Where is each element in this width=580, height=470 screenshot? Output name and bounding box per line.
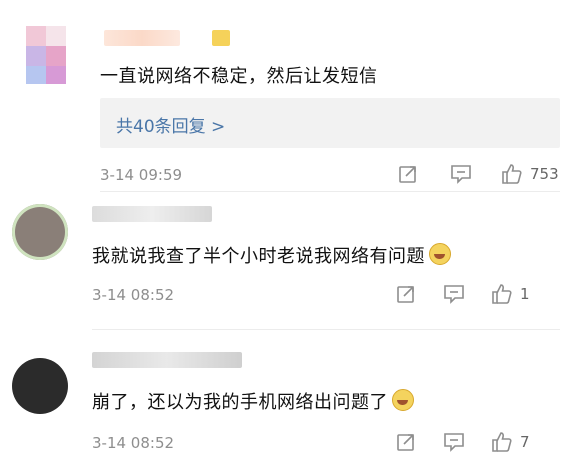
- comment-timestamp: 3-14 08:52: [92, 286, 175, 304]
- avatar[interactable]: [12, 358, 68, 414]
- username-blurred[interactable]: [92, 206, 212, 222]
- comment-button[interactable]: [443, 432, 465, 452]
- comment-icon: [451, 165, 471, 184]
- comment-text: 我就说我查了半个小时老说我网络有问题: [92, 242, 451, 268]
- comment-timestamp: 3-14 08:52: [92, 434, 175, 452]
- comment-item: 一直说网络不稳定，然后让发短信 共40条回复 > 3-14 09:59 753: [0, 0, 580, 192]
- share-button[interactable]: [396, 432, 416, 452]
- like-button[interactable]: 1: [490, 282, 530, 306]
- comment-text: 一直说网络不稳定，然后让发短信: [100, 66, 378, 87]
- like-count: 753: [530, 165, 559, 183]
- comment-button[interactable]: [450, 164, 472, 184]
- laugh-cry-emoji-icon: [429, 243, 451, 265]
- comment-timestamp: 3-14 09:59: [100, 166, 183, 184]
- comment-icon: [444, 285, 464, 304]
- share-icon: [397, 286, 414, 303]
- share-button[interactable]: [398, 164, 418, 184]
- like-count: 1: [520, 285, 530, 303]
- like-button[interactable]: 753: [500, 162, 559, 186]
- laugh-cry-emoji-icon: [392, 389, 414, 411]
- comment-icon: [444, 433, 464, 452]
- like-icon: [492, 284, 512, 304]
- comment-text-content: 崩了，还以为我的手机网络出问题了: [92, 392, 388, 413]
- comment-button[interactable]: [443, 284, 465, 304]
- replies-box[interactable]: 共40条回复 >: [100, 98, 560, 148]
- comment-item: 我就说我查了半个小时老说我网络有问题 3-14 08:52 1: [0, 192, 580, 330]
- avatar[interactable]: [26, 26, 66, 84]
- comment-item: 崩了，还以为我的手机网络出问题了 3-14 08:52 7: [0, 330, 580, 470]
- share-icon: [399, 166, 416, 183]
- like-button[interactable]: 7: [490, 430, 530, 454]
- comment-text: 崩了，还以为我的手机网络出问题了: [92, 388, 414, 414]
- like-count: 7: [520, 433, 530, 451]
- username-blurred[interactable]: [92, 352, 242, 368]
- share-icon: [397, 434, 414, 451]
- comment-text-content: 我就说我查了半个小时老说我网络有问题: [92, 246, 425, 267]
- like-icon: [502, 164, 522, 184]
- user-badge: [212, 30, 230, 46]
- share-button[interactable]: [396, 284, 416, 304]
- view-replies-link[interactable]: 共40条回复 >: [116, 112, 225, 137]
- username-blurred[interactable]: [104, 30, 180, 46]
- avatar[interactable]: [12, 204, 68, 260]
- like-icon: [492, 432, 512, 452]
